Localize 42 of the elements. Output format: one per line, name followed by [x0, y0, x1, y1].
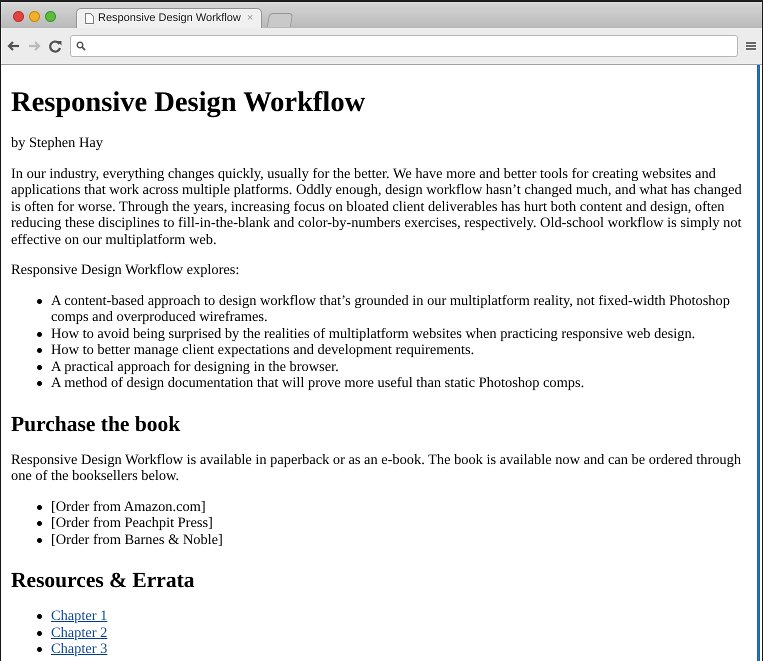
menu-icon[interactable] — [746, 41, 756, 51]
new-tab-button[interactable] — [267, 13, 294, 27]
close-window-icon[interactable] — [13, 10, 24, 22]
bullet-icon — [37, 364, 42, 370]
search-icon — [76, 41, 86, 51]
list-item: How to avoid being surprised by the realities of multiplatform websites when practicing responsive web design. — [51, 326, 696, 342]
address-field[interactable] — [70, 35, 738, 57]
list-item: A practical approach for designing in the browser. — [51, 358, 339, 375]
bullet-icon — [37, 521, 42, 526]
browser-tab[interactable]: Responsive Design Workflow × — [76, 8, 262, 28]
list-item: How to better manage client expectations and development requirements. — [51, 342, 474, 358]
bullet-icon — [37, 647, 42, 652]
list-item: [Order from Peachpit Press] — [51, 515, 213, 532]
bullet-icon — [37, 630, 42, 636]
back-icon[interactable] — [7, 40, 20, 52]
bullet-icon — [37, 298, 42, 304]
minimize-window-icon[interactable] — [29, 10, 40, 22]
list-item: [Order from Amazon.com] — [51, 498, 206, 515]
purchase-paragraph: Responsive Design Workflow is available in paperback or as an e-book. The book is available now and can be ordered through one of the booksellers below. — [11, 452, 742, 484]
page-icon — [85, 13, 94, 24]
chapter-link[interactable]: Chapter 3 — [51, 641, 108, 658]
tab-title: Responsive Design Workflow — [98, 11, 241, 26]
bullet-icon — [37, 538, 42, 542]
bullet-icon — [37, 348, 42, 353]
section-heading: Resources & Errata — [11, 568, 196, 592]
reload-icon[interactable] — [49, 40, 62, 52]
forward-icon[interactable] — [28, 40, 41, 52]
bullet-icon — [37, 504, 42, 510]
chapter-link[interactable]: Chapter 1 — [51, 608, 108, 624]
bullet-icon — [37, 381, 42, 386]
bullet-icon — [37, 332, 42, 336]
byline: by Stephen Hay — [11, 135, 104, 152]
chapter-link[interactable]: Chapter 2 — [51, 624, 108, 641]
zoom-window-icon[interactable] — [45, 10, 56, 22]
list-item: A content-based approach to design workflow that’s grounded in our multiplatform reality, not fixed-width Photoshop comps and overproduced wireframes. — [51, 292, 731, 326]
page-heading: Responsive Design Workflow — [11, 87, 366, 119]
intro-paragraph: In our industry, everything changes quickly, usually for the better. We have more and better tools for creating websites and applications that work across multiple platforms. Oddly enough, design workflow hasn’t changed much, and what has changed is often for worse. Through the years, increasing focus on bloated client deliverables has hurt both content and design, often reducing these disciplines to fill-in-the-blank and color-by-numbers exercises, respectively. Old-school workflow is simply not effective on our multiplatform web. — [11, 166, 743, 248]
list-item: [Order from Barnes & Noble] — [51, 532, 223, 548]
bullet-icon — [37, 614, 42, 619]
list-item: A method of design documentation that will prove more useful than static Photoshop comps. — [51, 375, 584, 392]
list-intro: Responsive Design Workflow explores: — [11, 262, 240, 278]
section-heading: Purchase the book — [11, 412, 182, 436]
